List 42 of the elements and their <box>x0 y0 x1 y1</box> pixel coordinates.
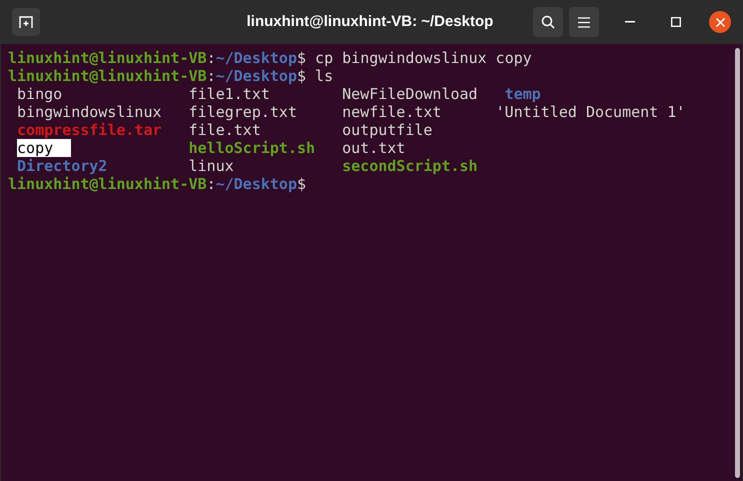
file-name: NewFileDownload <box>342 85 478 103</box>
prompt-path: ~/Desktop <box>216 67 297 85</box>
file-name: secondScript.sh <box>342 157 478 175</box>
command-text: ls <box>315 67 334 85</box>
window-title: linuxhint@linuxhint-VB: ~/Desktop <box>246 12 494 32</box>
command-text: cp bingwindowslinux copy <box>315 49 532 67</box>
file-name: linux <box>188 157 234 175</box>
prompt-user-host: linuxhint@linuxhint-VB <box>8 67 207 85</box>
file-name: file.txt <box>188 121 261 139</box>
prompt-separator: : <box>206 175 216 193</box>
file-name: Directory2 <box>17 157 108 175</box>
prompt-symbol: $ <box>297 175 306 193</box>
prompt-path: ~/Desktop <box>216 49 297 67</box>
prompt-separator: : <box>206 67 216 85</box>
search-button[interactable] <box>533 7 563 37</box>
prompt-path: ~/Desktop <box>216 175 297 193</box>
file-name: helloScript.sh <box>188 139 316 157</box>
file-name: 'Untitled Document 1' <box>496 103 686 121</box>
file-name: bingo <box>17 85 62 103</box>
close-button[interactable] <box>709 11 731 33</box>
file-name: file1.txt <box>188 85 270 103</box>
close-icon <box>716 18 724 26</box>
prompt-separator: : <box>206 49 216 67</box>
new-tab-icon <box>19 15 33 29</box>
prompt-symbol: $ <box>297 67 306 85</box>
menu-button[interactable] <box>569 7 599 37</box>
file-name: newfile.txt <box>342 103 442 121</box>
file-name: copy <box>17 139 72 157</box>
file-name: filegrep.txt <box>188 103 297 121</box>
prompt-user-host: linuxhint@linuxhint-VB <box>8 175 207 193</box>
search-icon <box>541 15 555 29</box>
maximize-icon <box>671 17 681 27</box>
file-name: compressfile.tar <box>17 121 162 139</box>
file-name: out.txt <box>342 139 406 157</box>
menu-icon <box>578 16 590 28</box>
file-name: temp <box>504 85 541 103</box>
minimize-icon <box>625 21 635 23</box>
new-tab-button[interactable] <box>12 8 40 36</box>
prompt-symbol: $ <box>297 49 306 67</box>
file-name: outputfile <box>342 121 432 139</box>
prompt-user-host: linuxhint@linuxhint-VB <box>8 49 207 67</box>
file-name: bingwindowslinux <box>17 103 162 121</box>
